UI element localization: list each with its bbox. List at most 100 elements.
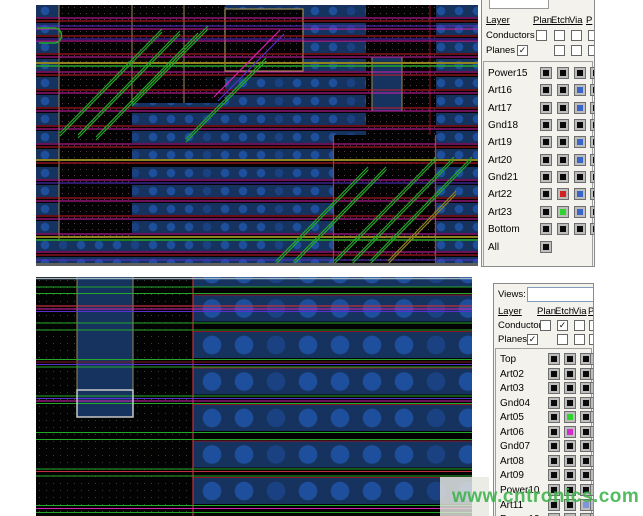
top-swatch-power15-1[interactable]	[557, 67, 569, 79]
top-swatch-art22-2[interactable]	[574, 188, 586, 200]
bottom-swatch-art03-clipped[interactable]	[590, 382, 594, 394]
top-swatch-bottom-clipped[interactable]	[590, 223, 595, 235]
views-input[interactable]	[527, 287, 594, 302]
bottom-swatch-art06-0[interactable]	[548, 426, 560, 438]
bottom-planes-col-checkbox-2[interactable]	[589, 334, 594, 345]
views-input-clipped[interactable]	[489, 0, 549, 9]
bottom-swatch-art08-clipped[interactable]	[590, 455, 594, 467]
top-swatch-art20-clipped[interactable]	[590, 154, 595, 166]
swatch-color	[567, 443, 573, 449]
swatch-color	[551, 414, 557, 420]
bottom-planes-col-checkbox-1[interactable]	[574, 334, 585, 345]
top-swatch-bottom-2[interactable]	[574, 223, 586, 235]
layer-panel-top: LayerPlanEtchViaPConductorsPlanes✓Power1…	[481, 0, 595, 267]
swatch-color	[551, 356, 557, 362]
top-swatch-bottom-0[interactable]	[540, 223, 552, 235]
pcb-canvas-top[interactable]	[36, 5, 478, 266]
top-planes-col-checkbox-1[interactable]	[571, 45, 582, 56]
top-swatch-gnd18-clipped[interactable]	[590, 119, 595, 131]
top-conductors-label: Conductors	[486, 30, 535, 41]
bottom-swatch-art02-1[interactable]	[564, 368, 576, 380]
top-swatch-art16-clipped[interactable]	[590, 84, 595, 96]
top-swatch-gnd18-0[interactable]	[540, 119, 552, 131]
swatch-color	[583, 400, 589, 406]
swatch-color	[593, 429, 594, 435]
top-swatch-art16-1[interactable]	[557, 84, 569, 96]
bottom-swatch-art06-1[interactable]	[564, 426, 576, 438]
top-swatch-gnd18-2[interactable]	[574, 119, 586, 131]
bottom-swatch-top-1[interactable]	[564, 353, 576, 365]
top-swatch-art17-clipped[interactable]	[590, 102, 595, 114]
bottom-conductors-checkbox-2[interactable]	[574, 320, 585, 331]
bottom-swatch-art05-0[interactable]	[548, 411, 560, 423]
bottom-swatch-art03-0[interactable]	[548, 382, 560, 394]
top-swatch-art20-1[interactable]	[557, 154, 569, 166]
bottom-swatch-gnd07-1[interactable]	[564, 440, 576, 452]
top-conductors-checkbox-0[interactable]	[536, 30, 547, 41]
swatch-color	[593, 105, 595, 111]
bottom-swatch-gnd07-clipped[interactable]	[590, 440, 594, 452]
top-swatch-art19-1[interactable]	[557, 136, 569, 148]
bottom-swatch-top-0[interactable]	[548, 353, 560, 365]
top-swatch-art22-0[interactable]	[540, 188, 552, 200]
bottom-swatch-gnd07-0[interactable]	[548, 440, 560, 452]
bottom-swatch-art09-0[interactable]	[548, 469, 560, 481]
top-col-header-p: P	[586, 15, 592, 26]
top-swatch-art23-clipped[interactable]	[590, 206, 595, 218]
bottom-swatch-art09-clipped[interactable]	[590, 469, 594, 481]
top-swatch-power15-2[interactable]	[574, 67, 586, 79]
top-swatch-power15-0[interactable]	[540, 67, 552, 79]
top-swatch-art23-2[interactable]	[574, 206, 586, 218]
bottom-swatch-art06-clipped[interactable]	[590, 426, 594, 438]
swatch-color	[543, 244, 549, 250]
top-swatch-gnd21-clipped[interactable]	[590, 171, 595, 183]
bottom-swatch-art09-1[interactable]	[564, 469, 576, 481]
bottom-swatch-gnd04-0[interactable]	[548, 397, 560, 409]
top-swatch-art19-2[interactable]	[574, 136, 586, 148]
bottom-swatch-art05-clipped[interactable]	[590, 411, 594, 423]
top-swatch-all-0[interactable]	[540, 241, 552, 253]
swatch-color	[560, 87, 566, 93]
bottom-planes-col-checkbox-0[interactable]	[557, 334, 568, 345]
top-swatch-gnd18-1[interactable]	[557, 119, 569, 131]
bottom-swatch-top-clipped[interactable]	[590, 353, 594, 365]
top-swatch-gnd21-2[interactable]	[574, 171, 586, 183]
bottom-swatch-art03-1[interactable]	[564, 382, 576, 394]
top-swatch-art19-0[interactable]	[540, 136, 552, 148]
top-swatch-gnd21-1[interactable]	[557, 171, 569, 183]
bottom-conductors-checkbox-0[interactable]	[540, 320, 551, 331]
top-swatch-power15-clipped[interactable]	[590, 67, 595, 79]
top-swatch-art20-2[interactable]	[574, 154, 586, 166]
top-conductors-checkbox-2[interactable]	[571, 30, 582, 41]
top-conductors-checkbox-clipped[interactable]	[588, 30, 595, 41]
top-swatch-art22-clipped[interactable]	[590, 188, 595, 200]
bottom-swatch-art05-1[interactable]	[564, 411, 576, 423]
top-swatch-gnd21-0[interactable]	[540, 171, 552, 183]
top-swatch-art17-2[interactable]	[574, 102, 586, 114]
bottom-swatch-art02-clipped[interactable]	[590, 368, 594, 380]
bottom-conductors-checkbox-clipped[interactable]	[589, 320, 594, 331]
top-swatch-art16-0[interactable]	[540, 84, 552, 96]
bottom-swatch-gnd04-1[interactable]	[564, 397, 576, 409]
top-swatch-art16-2[interactable]	[574, 84, 586, 96]
pcb-canvas-bottom[interactable]	[36, 277, 472, 516]
swatch-color	[551, 472, 557, 478]
bottom-planes-checkbox[interactable]: ✓	[527, 334, 538, 345]
bottom-conductors-checkbox-1[interactable]: ✓	[557, 320, 568, 331]
top-planes-col-checkbox-0[interactable]	[554, 45, 565, 56]
top-conductors-checkbox-1[interactable]	[554, 30, 565, 41]
top-planes-col-checkbox-2[interactable]	[588, 45, 595, 56]
top-planes-checkbox[interactable]: ✓	[517, 45, 528, 56]
top-swatch-art19-clipped[interactable]	[590, 136, 595, 148]
bottom-swatch-gnd04-clipped[interactable]	[590, 397, 594, 409]
top-swatch-art23-1[interactable]	[557, 206, 569, 218]
top-swatch-art20-0[interactable]	[540, 154, 552, 166]
bottom-swatch-art02-0[interactable]	[548, 368, 560, 380]
top-swatch-bottom-1[interactable]	[557, 223, 569, 235]
top-swatch-art17-1[interactable]	[557, 102, 569, 114]
bottom-swatch-art08-1[interactable]	[564, 455, 576, 467]
bottom-swatch-art08-0[interactable]	[548, 455, 560, 467]
top-swatch-art23-0[interactable]	[540, 206, 552, 218]
top-swatch-art17-0[interactable]	[540, 102, 552, 114]
top-swatch-art22-1[interactable]	[557, 188, 569, 200]
